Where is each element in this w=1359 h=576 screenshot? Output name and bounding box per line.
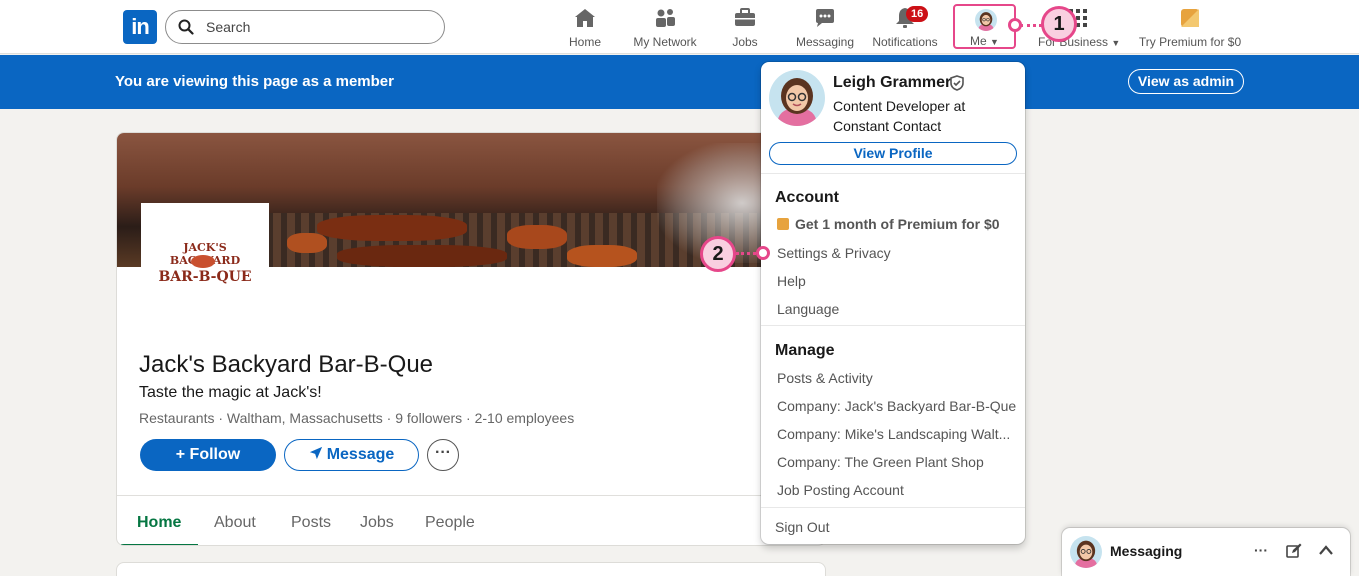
logo-text-bottom: BAR-B-QUE [158, 269, 252, 285]
send-icon [309, 446, 322, 460]
compose-icon[interactable] [1286, 543, 1302, 559]
premium-offer-text: Get 1 month of Premium for $0 [795, 216, 1000, 232]
nav-try-premium[interactable]: Try Premium for $0 [1137, 6, 1243, 50]
notification-count-badge: 16 [906, 6, 929, 22]
ribs-graphic [337, 245, 507, 267]
nav-me-menu[interactable]: Me ▼ [953, 4, 1016, 49]
company-location-followers: Restaurants · Waltham, Massachusetts · 9… [139, 410, 463, 426]
search-input[interactable] [206, 17, 426, 37]
premium-icon [777, 218, 789, 230]
nav-notifications-label: Notifications [872, 35, 938, 49]
home-icon [575, 9, 595, 27]
callout-1-badge: 1 [1041, 6, 1077, 42]
next-section-card [116, 562, 826, 576]
company-tagline: Taste the magic at Jack's! [139, 384, 322, 401]
more-actions-button[interactable]: ··· [427, 439, 459, 471]
job-posting-account-link[interactable]: Job Posting Account [777, 482, 904, 498]
profile-avatar [769, 70, 825, 126]
more-options-icon[interactable]: ··· [1254, 542, 1268, 558]
nav-home-label: Home [568, 35, 601, 49]
company-logo: JACK'S BACKYARD BAR-B-QUE [141, 203, 269, 315]
tab-about[interactable]: About [214, 514, 256, 532]
ribs-graphic [317, 215, 467, 241]
search-bar[interactable] [165, 10, 445, 44]
chevron-down-icon: ▼ [1111, 38, 1121, 48]
divider [761, 507, 1025, 508]
tab-posts[interactable]: Posts [291, 514, 331, 532]
pig-icon [191, 255, 215, 268]
chevron-up-icon[interactable] [1318, 544, 1334, 556]
company-tabs: Home About Posts Jobs People [117, 495, 825, 545]
linkedin-logo[interactable]: in [123, 10, 157, 44]
chicken-graphic [287, 233, 327, 253]
company-green-plant-link[interactable]: Company: The Green Plant Shop [777, 454, 984, 470]
nav-home[interactable]: Home [566, 6, 604, 50]
view-as-admin-button[interactable]: View as admin [1128, 69, 1244, 94]
member-view-banner: You are viewing this page as a member Vi… [0, 55, 1359, 109]
company-profile-card: JACK'S BACKYARD BAR-B-QUE Jack's Backyar… [116, 132, 826, 546]
posts-activity-link[interactable]: Posts & Activity [777, 370, 873, 386]
chevron-down-icon: ▼ [990, 37, 999, 47]
briefcase-icon [735, 8, 755, 26]
profile-headline: Content Developer at Constant Contact [833, 98, 966, 134]
nav-messaging[interactable]: Messaging [793, 6, 857, 50]
company-employees[interactable]: 2-10 employees [475, 410, 575, 426]
messaging-label: Messaging [1110, 543, 1183, 559]
callout-1-line [1020, 24, 1042, 27]
sign-out-link[interactable]: Sign Out [775, 519, 829, 535]
nav-me-label: Me ▼ [955, 34, 1014, 48]
callout-2-line [736, 252, 756, 255]
me-dropdown-menu: Leigh Grammer Content Developer at Const… [761, 62, 1025, 544]
chicken-graphic [567, 245, 637, 267]
people-icon [656, 9, 675, 27]
follow-button[interactable]: + Follow [140, 439, 276, 471]
top-navigation: in Home My Network Jobs Messaging 16 Not… [0, 0, 1359, 54]
account-heading: Account [775, 189, 839, 206]
message-button-label: Message [326, 446, 395, 463]
nav-messaging-label: Messaging [795, 35, 855, 49]
callout-2-pin [756, 246, 770, 260]
help-link[interactable]: Help [777, 273, 806, 289]
search-icon [178, 19, 194, 35]
company-meta: Restaurants · Waltham, Massachusetts · 9… [139, 410, 575, 426]
language-link[interactable]: Language [777, 301, 839, 317]
callout-2-badge: 2 [700, 236, 736, 272]
tab-people[interactable]: People [425, 514, 475, 532]
premium-icon [1181, 9, 1199, 27]
settings-privacy-link[interactable]: Settings & Privacy [777, 245, 891, 261]
profile-name: Leigh Grammer [833, 74, 952, 91]
message-bubble-icon [816, 9, 834, 27]
member-view-text: You are viewing this page as a member [115, 73, 394, 90]
me-label-text: Me [970, 34, 987, 48]
nav-jobs[interactable]: Jobs [727, 6, 763, 50]
tab-jobs[interactable]: Jobs [360, 514, 394, 532]
tab-home[interactable]: Home [137, 514, 181, 532]
chicken-graphic [507, 225, 567, 249]
divider [761, 173, 1025, 174]
me-avatar [975, 9, 997, 31]
messaging-avatar [1070, 536, 1102, 568]
company-name: Jack's Backyard Bar-B-Que [139, 351, 434, 378]
messaging-overlay[interactable]: Messaging ··· [1062, 528, 1350, 576]
nav-my-network-label: My Network [633, 35, 697, 49]
message-button[interactable]: Message [284, 439, 419, 471]
nav-my-network[interactable]: My Network [630, 6, 700, 50]
company-jacks-link[interactable]: Company: Jack's Backyard Bar-B-Que [777, 398, 1016, 414]
premium-offer-link[interactable]: Get 1 month of Premium for $0 [777, 216, 1000, 232]
nav-jobs-label: Jobs [732, 35, 758, 49]
manage-heading: Manage [775, 342, 835, 359]
verified-shield-icon [950, 75, 964, 91]
active-tab-indicator [121, 544, 198, 545]
nav-notifications[interactable]: 16 Notifications [870, 6, 940, 50]
view-profile-button[interactable]: View Profile [769, 142, 1017, 165]
company-mikes-link[interactable]: Company: Mike's Landscaping Walt... [777, 426, 1010, 442]
nav-try-premium-label: Try Premium for $0 [1138, 35, 1242, 49]
divider [761, 325, 1025, 326]
